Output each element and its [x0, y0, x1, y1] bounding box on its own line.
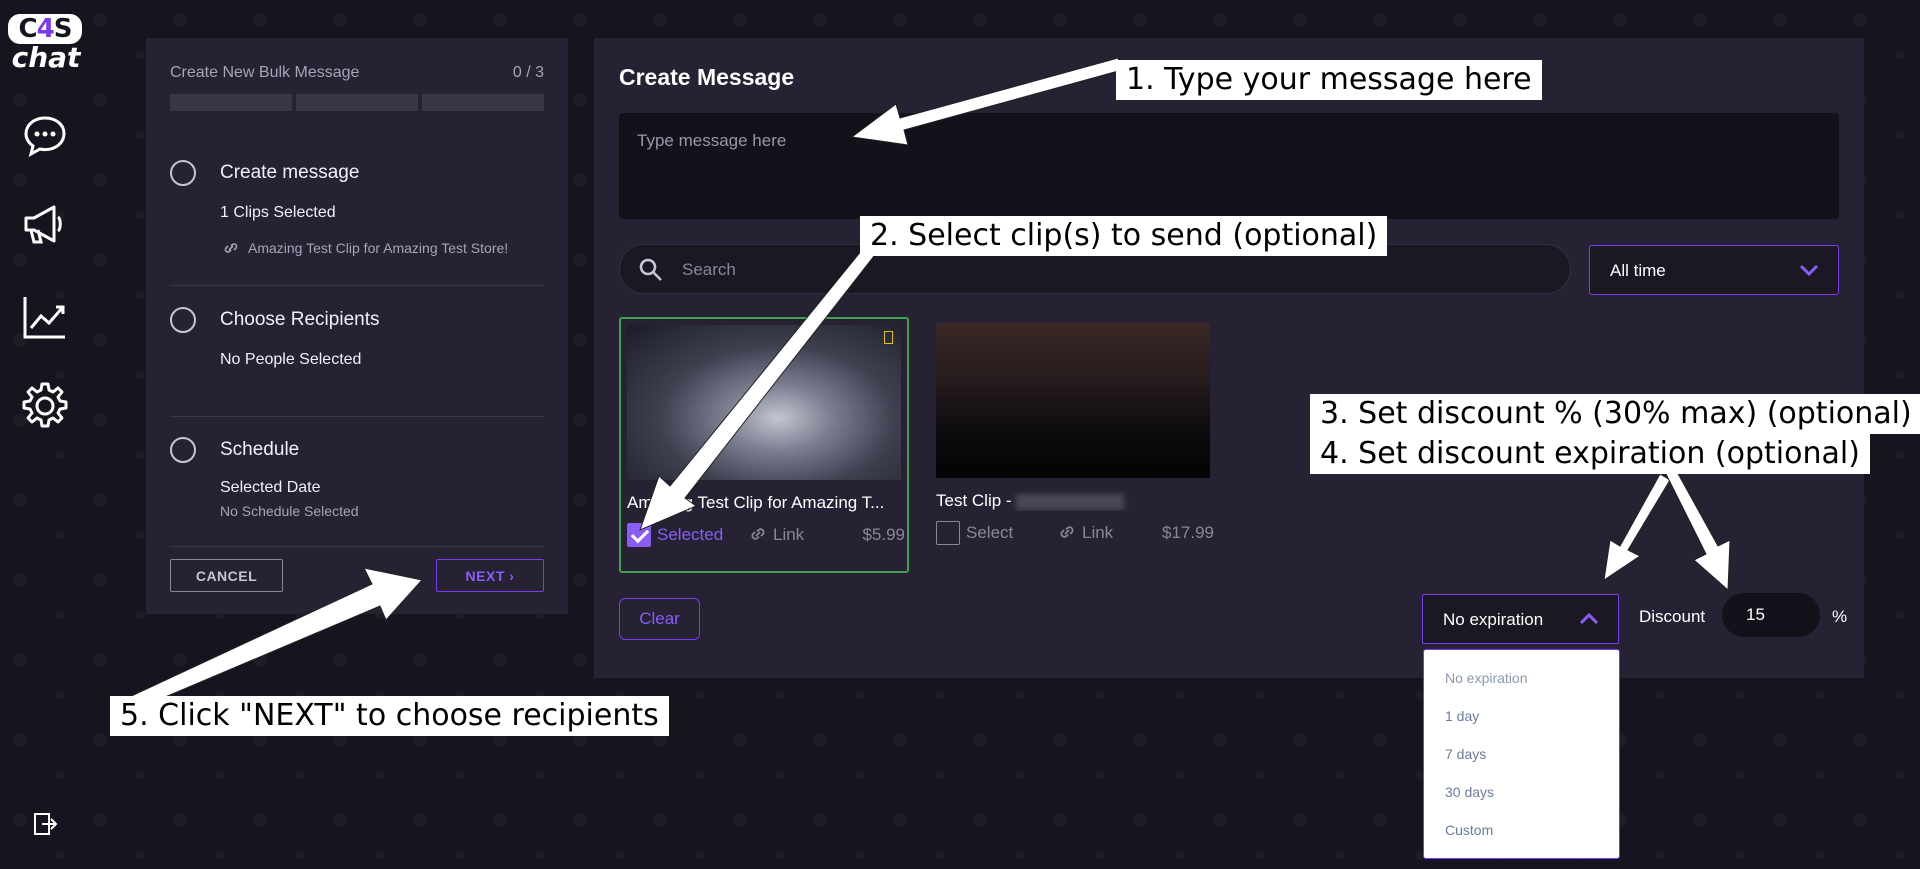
clip-thumbnail[interactable] — [936, 323, 1210, 478]
time-filter-select[interactable]: All time — [1589, 245, 1839, 295]
step-radio[interactable] — [170, 160, 196, 186]
step-radio[interactable] — [170, 307, 196, 333]
clip-select-label[interactable]: Selected — [657, 525, 723, 545]
link-icon — [1060, 526, 1074, 538]
step-radio[interactable] — [170, 437, 196, 463]
clear-button[interactable]: Clear — [619, 598, 700, 640]
step-title: Create message — [220, 162, 360, 183]
search-placeholder: Search — [682, 260, 736, 279]
discount-input[interactable] — [1722, 593, 1820, 637]
annotation-step-1: 1. Type your message here — [1116, 60, 1542, 100]
message-input[interactable]: Type message here — [619, 113, 1839, 219]
step-sub: No People Selected — [220, 351, 362, 368]
annotation-step-3: 3. Set discount % (30% max) (optional) — [1310, 394, 1920, 434]
next-button[interactable]: NEXT › — [436, 559, 544, 592]
blurred-text — [1015, 493, 1124, 510]
clip-thumbnail[interactable] — [627, 325, 901, 480]
annotation-step-2: 2. Select clip(s) to send (optional) — [860, 216, 1388, 256]
sidebar: C4S chat — [0, 0, 90, 869]
search-icon — [639, 258, 662, 281]
clip-title: Amazing Test Clip for Amazing T... — [627, 493, 885, 512]
expiration-option[interactable]: 7 days — [1445, 746, 1486, 762]
step-schedule[interactable]: Schedule Selected Date No Schedule Selec… — [170, 417, 544, 547]
logout-icon[interactable] — [34, 813, 58, 840]
clip-actions: Select Link $17.99 — [936, 521, 1214, 547]
clip-price: $5.99 — [862, 525, 905, 544]
chart-icon[interactable] — [20, 292, 70, 342]
chevron-down-icon — [1799, 264, 1819, 277]
expiration-option[interactable]: Custom — [1445, 822, 1493, 838]
gear-icon[interactable] — [20, 381, 70, 431]
step-title: Schedule — [220, 439, 300, 460]
logo[interactable]: C4S chat — [8, 14, 84, 76]
clip-title: Test Clip - — [936, 491, 1216, 511]
step-title: Choose Recipients — [220, 309, 380, 330]
clip-select-checkbox[interactable] — [936, 521, 960, 545]
steps-progress-bar — [170, 94, 544, 111]
percent-symbol: % — [1832, 607, 1848, 626]
steps-panel: Create New Bulk Message 0 / 3 Create mes… — [146, 38, 568, 614]
expiration-select[interactable]: No expiration — [1422, 594, 1619, 644]
chevron-right-icon: › — [509, 567, 515, 584]
chat-icon[interactable] — [20, 112, 70, 162]
link-icon — [751, 528, 765, 540]
step-choose-recipients[interactable]: Choose Recipients No People Selected — [170, 307, 544, 417]
link-icon — [224, 243, 238, 253]
page-title: Create Message — [619, 64, 795, 90]
expiration-option[interactable]: 30 days — [1445, 784, 1494, 800]
steps-title: Create New Bulk Message — [170, 64, 360, 81]
clip-actions: Selected Link $5.99 — [627, 523, 905, 549]
expiration-value: No expiration — [1443, 610, 1544, 629]
clip-card[interactable]: Amazing Test Clip for Amazing T... Selec… — [619, 317, 909, 573]
clip-select-checkbox[interactable] — [627, 523, 651, 547]
annotation-step-4: 4. Set discount expiration (optional) — [1310, 434, 1870, 474]
step-detail: Amazing Test Clip for Amazing Test Store… — [222, 240, 508, 256]
expiration-option[interactable]: No expiration — [1445, 670, 1528, 686]
step-detail: No Schedule Selected — [220, 503, 359, 519]
clip-price: $17.99 — [1162, 523, 1214, 542]
clip-card[interactable]: Test Clip - Select Link $17.99 — [930, 317, 1220, 573]
step-sub: 1 Clips Selected — [220, 204, 336, 221]
clip-link-button[interactable]: Link — [749, 525, 804, 545]
annotation-step-5: 5. Click "NEXT" to choose recipients — [110, 696, 669, 736]
step-create-message[interactable]: Create message 1 Clips Selected Amazing … — [170, 160, 544, 286]
steps-header: Create New Bulk Message 0 / 3 — [170, 64, 544, 82]
logo-text: chat — [11, 41, 81, 74]
discount-label: Discount — [1639, 607, 1706, 626]
megaphone-icon[interactable] — [20, 200, 70, 250]
cancel-button[interactable]: CANCEL — [170, 559, 283, 592]
main-panel: Create Message Type message here Search … — [594, 38, 1864, 678]
bookmark-icon — [884, 331, 893, 344]
clip-link-button[interactable]: Link — [1058, 523, 1113, 543]
clip-select-label[interactable]: Select — [966, 523, 1013, 543]
expiration-option[interactable]: 1 day — [1445, 708, 1479, 724]
time-filter-value: All time — [1610, 261, 1666, 280]
steps-count: 0 / 3 — [512, 64, 544, 81]
expiration-dropdown: No expiration 1 day 7 days 30 days Custo… — [1423, 649, 1620, 859]
step-sub: Selected Date — [220, 479, 321, 496]
logo-badge: C4S — [8, 14, 82, 44]
chevron-up-icon — [1579, 612, 1599, 625]
